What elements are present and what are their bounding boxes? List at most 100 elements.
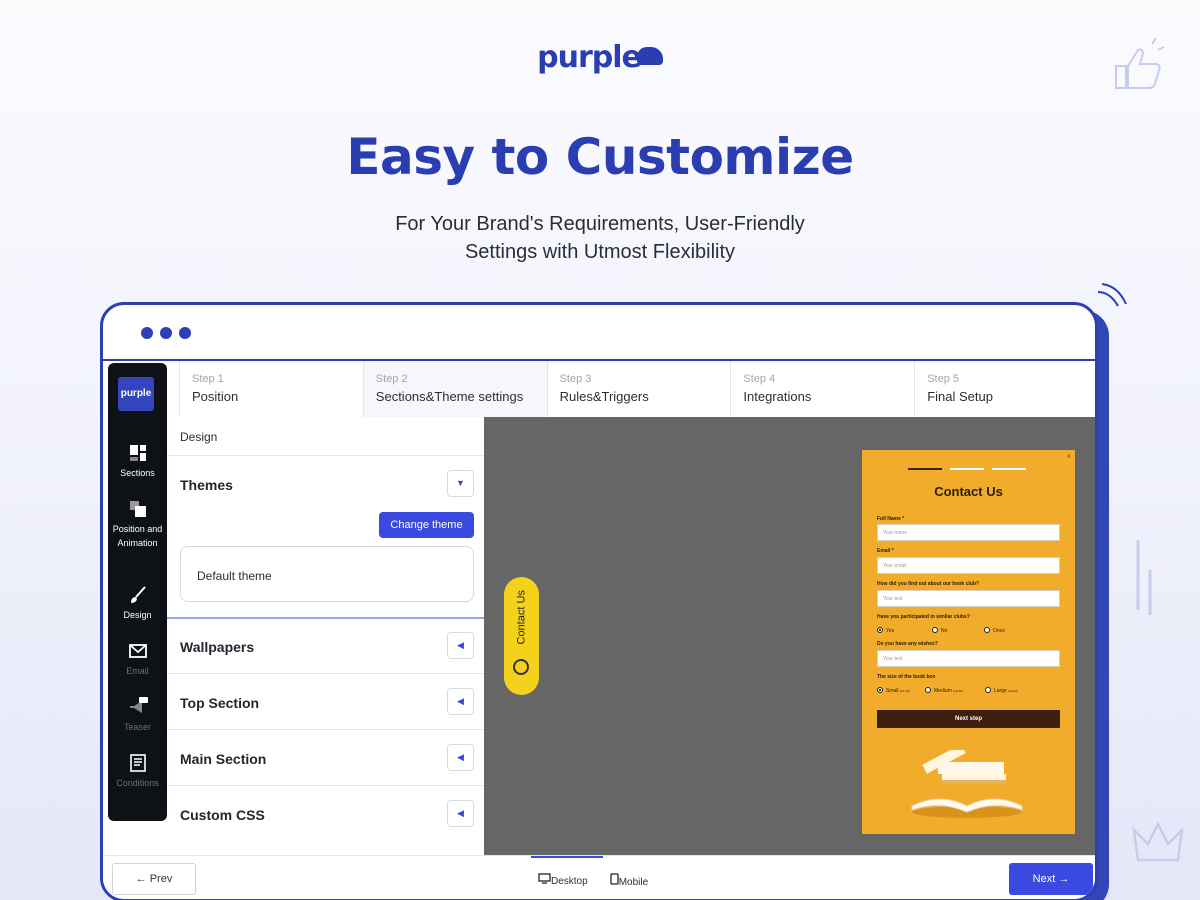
position-icon xyxy=(129,501,146,517)
radio-medium[interactable]: Medium (16-20) xyxy=(925,687,963,694)
accent-divider xyxy=(167,617,484,619)
sidebar-item-label: Email xyxy=(126,666,149,676)
radio-small[interactable]: Small (12-14) xyxy=(877,687,910,694)
q3-label: Do you have any wishes? xyxy=(877,641,938,647)
section-wallpapers: Wallpapers xyxy=(180,639,255,655)
sidebar-item-teaser[interactable]: Teaser xyxy=(108,697,167,734)
step-5[interactable]: Step 5 Final Setup xyxy=(914,361,1095,417)
radio-label: Yes xyxy=(886,628,895,634)
progress-segment xyxy=(992,468,1026,470)
sidebar-item-design[interactable]: Design xyxy=(108,585,167,622)
megaphone-icon xyxy=(129,697,148,713)
step-name: Sections&Theme settings xyxy=(375,389,524,404)
step-name: Rules&Triggers xyxy=(559,389,649,404)
radio-note: (24-32) xyxy=(1008,689,1018,693)
full-name-input[interactable]: Your name xyxy=(877,524,1060,541)
themes-toggle-button[interactable]: ▼ xyxy=(447,470,474,497)
expand-main-section-button[interactable]: ◀ xyxy=(447,744,474,771)
step-number: Step 4 xyxy=(743,373,776,385)
theme-name: Default theme xyxy=(197,569,272,583)
sidebar-logo: purple xyxy=(118,377,154,411)
progress-segment-active xyxy=(908,468,942,470)
window-dot xyxy=(160,327,172,339)
conditions-icon xyxy=(129,754,146,772)
radio-once[interactable]: Once xyxy=(984,627,1005,634)
bottom-bar: ← Prev Desktop Mobile Next → xyxy=(103,855,1095,899)
mobile-label: Mobile xyxy=(618,877,649,888)
radio-label: Small xyxy=(886,688,899,694)
q1-input[interactable]: Your text xyxy=(877,590,1060,607)
browser-window: purple Sections Position and Animation D… xyxy=(100,302,1098,900)
step-2[interactable]: Step 2 Sections&Theme settings xyxy=(362,361,547,417)
divider xyxy=(167,785,484,786)
q3-input[interactable]: Your text xyxy=(877,650,1060,667)
teaser-button[interactable]: Contact Us xyxy=(504,577,539,695)
change-theme-button[interactable]: Change theme xyxy=(379,512,474,538)
monitor-icon xyxy=(538,873,551,884)
next-step-button[interactable]: Next step xyxy=(877,710,1060,728)
step-1[interactable]: Step 1 Position xyxy=(179,361,363,417)
bear-icon xyxy=(636,47,663,65)
radio-label: Once xyxy=(993,628,1005,634)
steps-bar: Step 1 Position Step 2 Sections&Theme se… xyxy=(179,361,1095,417)
step-name: Final Setup xyxy=(927,389,993,404)
sidebar-item-label: Position and Animation xyxy=(112,524,163,548)
progress-segment xyxy=(950,468,984,470)
sidebar-item-email[interactable]: Email xyxy=(108,641,167,678)
q1-label: How did you find out about our book club… xyxy=(877,581,979,587)
step-3[interactable]: Step 3 Rules&Triggers xyxy=(546,361,731,417)
signal-icon xyxy=(1097,283,1127,307)
teaser-icon xyxy=(513,659,529,675)
sidebar-item-sections[interactable]: Sections xyxy=(108,443,167,480)
desktop-label: Desktop xyxy=(551,876,588,887)
sections-icon xyxy=(129,445,146,461)
email-label: Email * xyxy=(877,548,894,554)
radio-large[interactable]: Large (24-32) xyxy=(985,687,1018,694)
expand-top-section-button[interactable]: ◀ xyxy=(447,688,474,715)
radio-label: Large xyxy=(994,688,1007,694)
sidebar-item-label: Sections xyxy=(120,468,155,478)
desktop-tab[interactable]: Desktop xyxy=(538,873,588,888)
preview-canvas: Contact Us × Contact Us Full Name * Your… xyxy=(484,417,1095,855)
logo-text: purple xyxy=(537,40,642,75)
step-name: Position xyxy=(192,389,239,404)
radio-yes[interactable]: Yes xyxy=(877,627,894,634)
next-button[interactable]: Next → xyxy=(1009,863,1093,895)
sidebar-item-conditions[interactable]: Conditions xyxy=(108,753,167,790)
step-4[interactable]: Step 4 Integrations xyxy=(730,361,915,417)
mobile-tab[interactable]: Mobile xyxy=(610,873,648,888)
section-custom-css: Custom CSS xyxy=(180,807,265,823)
expand-wallpapers-button[interactable]: ◀ xyxy=(447,632,474,659)
panel-title: Design xyxy=(180,430,218,444)
device-tab-indicator xyxy=(531,856,603,858)
step-number: Step 1 xyxy=(192,373,224,385)
expand-custom-css-button[interactable]: ◀ xyxy=(447,800,474,827)
themes-label: Themes xyxy=(180,477,233,493)
divider xyxy=(167,455,484,456)
step-number: Step 2 xyxy=(375,373,408,385)
books-illustration xyxy=(911,750,1023,818)
radio-no[interactable]: No xyxy=(932,627,947,634)
sidebar-item-position[interactable]: Position and Animation xyxy=(108,499,167,550)
window-dot xyxy=(179,327,191,339)
theme-option[interactable]: Default theme xyxy=(180,546,474,602)
crown-icon xyxy=(1132,821,1184,862)
full-name-label: Full Name * xyxy=(877,516,905,522)
sparkle-lines-icon xyxy=(1136,540,1152,615)
window-dot xyxy=(141,327,153,339)
sidebar-item-label: Design xyxy=(123,610,152,620)
close-icon[interactable]: × xyxy=(1066,452,1071,461)
sidebar-item-label: Teaser xyxy=(123,722,151,732)
divider xyxy=(167,673,484,674)
page-title: Easy to Customize xyxy=(346,128,854,186)
prev-button[interactable]: ← Prev xyxy=(112,863,196,895)
radio-note: (12-14) xyxy=(899,689,910,693)
radio-note: (16-20) xyxy=(953,689,963,693)
device-switcher: Desktop Mobile xyxy=(538,873,648,888)
email-input[interactable]: Your email xyxy=(877,557,1060,574)
step-number: Step 3 xyxy=(559,373,592,385)
section-main: Main Section xyxy=(180,751,267,767)
section-top: Top Section xyxy=(180,695,260,711)
teaser-label: Contact Us xyxy=(515,590,528,645)
brand-logo: purple xyxy=(0,40,1200,75)
